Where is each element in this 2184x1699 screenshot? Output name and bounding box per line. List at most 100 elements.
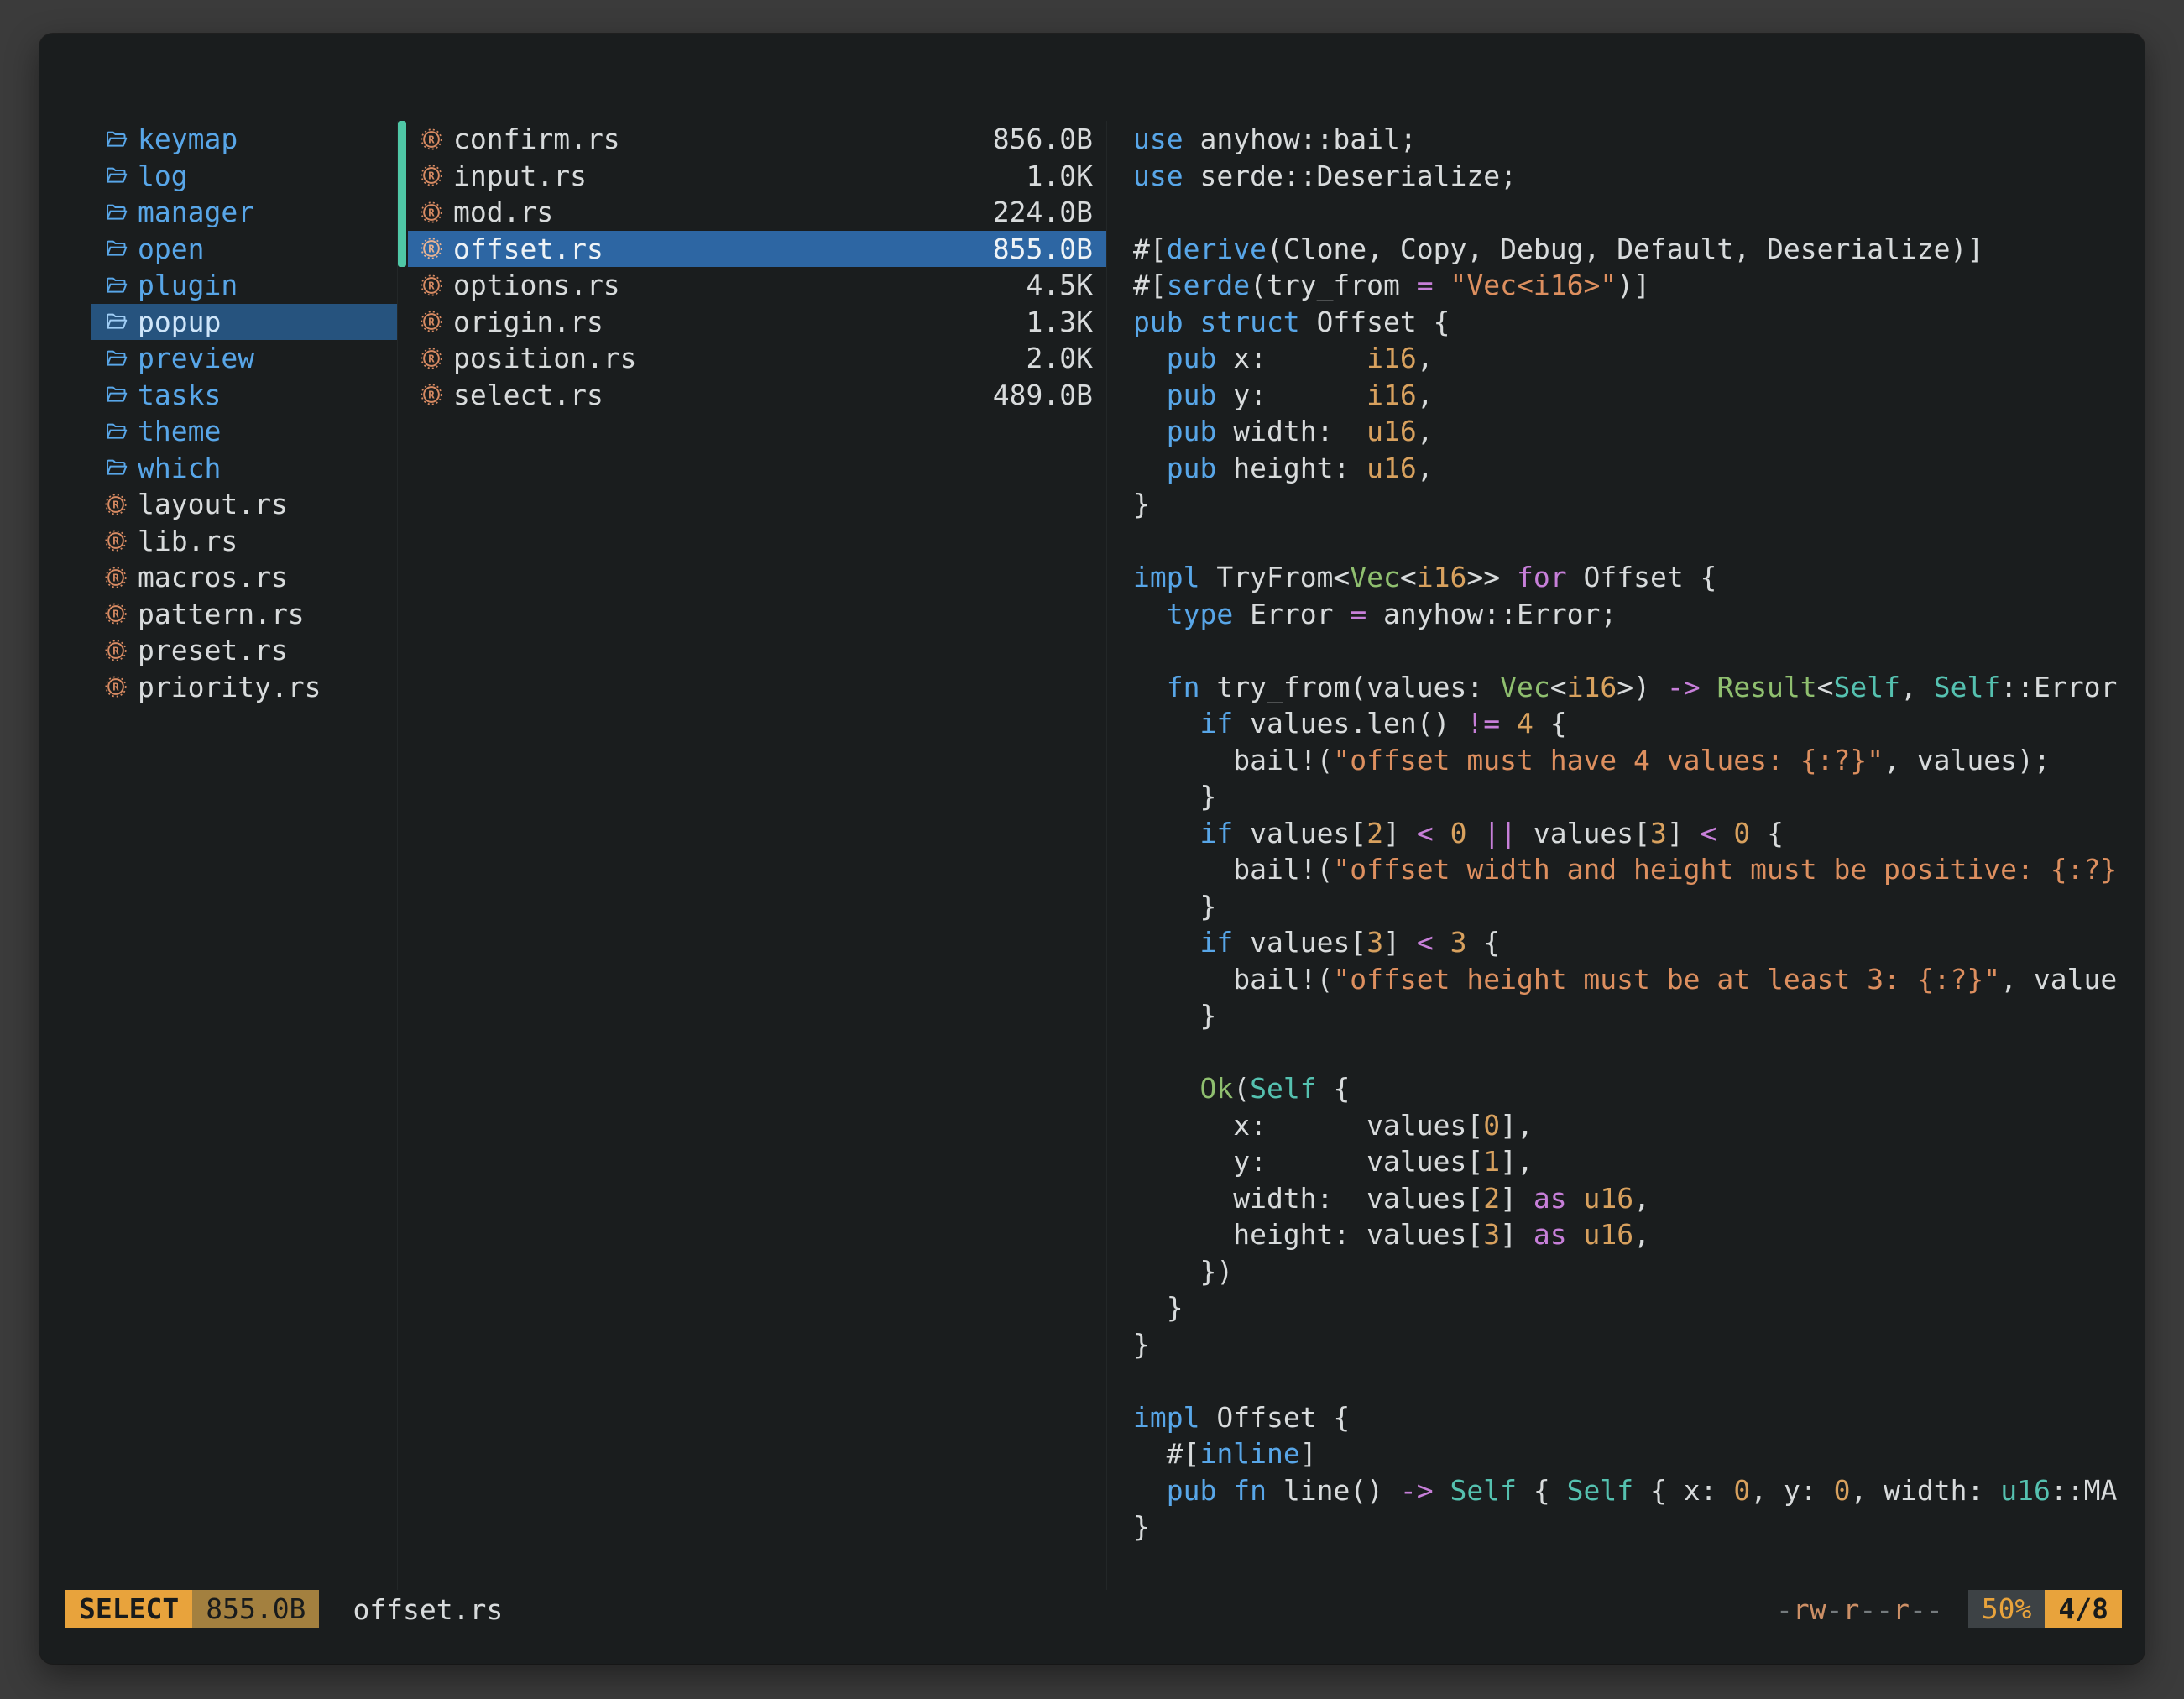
code-line: #[serde(try_from = "Vec<i16>")] (1133, 267, 2145, 304)
svg-text:R: R (112, 499, 119, 510)
item-label: theme (138, 415, 221, 447)
rust-file-icon: R (104, 639, 128, 662)
code-line: bail!("offset must have 4 values: {:?}",… (1133, 742, 2145, 779)
code-line: type Error = anyhow::Error; (1133, 596, 2145, 633)
current-pane[interactable]: Rconfirm.rs 856.0B Rinput.rs 1.0K Rmod.rs 224… (398, 121, 1107, 1590)
item-label: keymap (138, 123, 238, 155)
preview-pane[interactable]: use anyhow::bail;use serde::Deserialize;… (1107, 121, 2145, 1590)
svg-text:R: R (428, 316, 435, 328)
sidebar-item-open[interactable]: open (91, 231, 397, 268)
mode-badge: SELECT (65, 1590, 192, 1628)
sidebar-item-theme[interactable]: theme (91, 413, 397, 450)
sidebar-item-preview[interactable]: preview (91, 340, 397, 377)
rust-file-icon: R (420, 310, 443, 333)
item-label: lib.rs (138, 525, 238, 557)
code-line: impl Offset { (1133, 1399, 2145, 1436)
status-bar: SELECT 855.0B offset.rs -rw-r--r-- 50% 4… (65, 1590, 2122, 1628)
code-line: } (1133, 1289, 2145, 1326)
code-line: Ok(Self { (1133, 1070, 2145, 1107)
svg-text:R: R (112, 609, 119, 620)
sidebar-item-pattern-rs[interactable]: Rpattern.rs (91, 596, 397, 633)
selection-marker-bar (398, 121, 406, 267)
svg-text:R: R (112, 536, 119, 547)
sidebar-item-preset-rs[interactable]: Rpreset.rs (91, 632, 397, 669)
file-size: 1.3K (1027, 306, 1093, 338)
svg-text:R: R (112, 572, 119, 583)
code-line: } (1133, 888, 2145, 925)
sidebar-item-plugin[interactable]: plugin (91, 267, 397, 304)
sidebar-item-keymap[interactable]: keymap (91, 121, 397, 158)
file-size: 224.0B (993, 196, 1093, 228)
code-line: if values[2] < 0 || values[3] < 0 { (1133, 815, 2145, 852)
code-line: fn try_from(values: Vec<i16>) -> Result<… (1133, 669, 2145, 706)
file-row-offset-rs[interactable]: Roffset.rs855.0B (408, 231, 1106, 268)
svg-text:R: R (112, 682, 119, 693)
sidebar-item-tasks[interactable]: tasks (91, 377, 397, 414)
code-line (1133, 523, 2145, 560)
code-line: } (1133, 486, 2145, 523)
file-name: confirm.rs (453, 123, 620, 155)
code-line: x: values[0], (1133, 1107, 2145, 1144)
code-line: height: values[3] as u16, (1133, 1216, 2145, 1253)
file-size: 489.0B (993, 379, 1093, 411)
file-list: Rconfirm.rs 856.0B Rinput.rs 1.0K Rmod.rs 224… (408, 121, 1106, 413)
folder-icon (104, 201, 128, 224)
code-line: }) (1133, 1253, 2145, 1290)
item-label: popup (138, 306, 221, 338)
rust-file-icon: R (420, 274, 443, 297)
folder-icon (104, 164, 128, 187)
file-size: 856.0B (993, 123, 1093, 155)
rust-file-icon: R (420, 237, 443, 260)
file-row-options-rs[interactable]: Roptions.rs 4.5K (408, 267, 1106, 304)
folder-icon (104, 274, 128, 297)
code-line (1133, 1034, 2145, 1071)
sidebar-item-macros-rs[interactable]: Rmacros.rs (91, 559, 397, 596)
sidebar-item-layout-rs[interactable]: Rlayout.rs (91, 486, 397, 523)
folder-icon (104, 237, 128, 260)
rust-file-icon: R (420, 164, 443, 187)
file-size: 4.5K (1027, 269, 1093, 301)
code-line: impl TryFrom<Vec<i16>> for Offset { (1133, 559, 2145, 596)
item-label: tasks (138, 379, 221, 411)
rust-file-icon: R (104, 675, 128, 698)
sidebar-item-manager[interactable]: manager (91, 194, 397, 231)
file-row-input-rs[interactable]: Rinput.rs 1.0K (408, 158, 1106, 195)
item-label: preset.rs (138, 634, 288, 667)
rust-file-icon: R (104, 602, 128, 625)
code-line: y: values[1], (1133, 1143, 2145, 1180)
rust-file-icon: R (420, 347, 443, 370)
cursor-position-badge: 4/8 (2045, 1590, 2122, 1628)
code-line: width: values[2] as u16, (1133, 1180, 2145, 1217)
file-name: input.rs (453, 159, 587, 192)
sidebar-item-which[interactable]: which (91, 450, 397, 487)
item-label: layout.rs (138, 488, 288, 520)
folder-icon (104, 456, 128, 479)
status-filename: offset.rs (353, 1593, 503, 1626)
code-line: } (1133, 1508, 2145, 1545)
file-row-position-rs[interactable]: Rposition.rs2.0K (408, 340, 1106, 377)
file-row-origin-rs[interactable]: Rorigin.rs 1.3K (408, 304, 1106, 341)
item-label: log (138, 159, 188, 192)
file-name: origin.rs (453, 306, 603, 338)
parent-pane[interactable]: keymap logmanageropenplugin popuppreviewta… (65, 121, 398, 1590)
sidebar-item-priority-rs[interactable]: Rpriority.rs (91, 669, 397, 706)
file-name: options.rs (453, 269, 620, 301)
code-line: pub fn line() -> Self { Self { x: 0, y: … (1133, 1472, 2145, 1509)
sidebar-item-popup[interactable]: popup (91, 304, 397, 341)
rust-file-icon: R (420, 128, 443, 151)
file-name: mod.rs (453, 196, 553, 228)
item-label: plugin (138, 269, 238, 301)
file-row-mod-rs[interactable]: Rmod.rs224.0B (408, 194, 1106, 231)
file-name: position.rs (453, 342, 637, 374)
folder-icon (104, 128, 128, 151)
file-row-select-rs[interactable]: Rselect.rs489.0B (408, 377, 1106, 414)
rust-file-icon: R (420, 383, 443, 406)
file-row-confirm-rs[interactable]: Rconfirm.rs 856.0B (408, 121, 1106, 158)
code-preview: use anyhow::bail;use serde::Deserialize;… (1133, 121, 2145, 1545)
folder-icon (104, 383, 128, 406)
sidebar-item-lib-rs[interactable]: Rlib.rs (91, 523, 397, 560)
sidebar-item-log[interactable]: log (91, 158, 397, 195)
file-size: 1.0K (1027, 159, 1093, 192)
svg-text:R: R (112, 645, 119, 656)
code-line: } (1133, 778, 2145, 815)
